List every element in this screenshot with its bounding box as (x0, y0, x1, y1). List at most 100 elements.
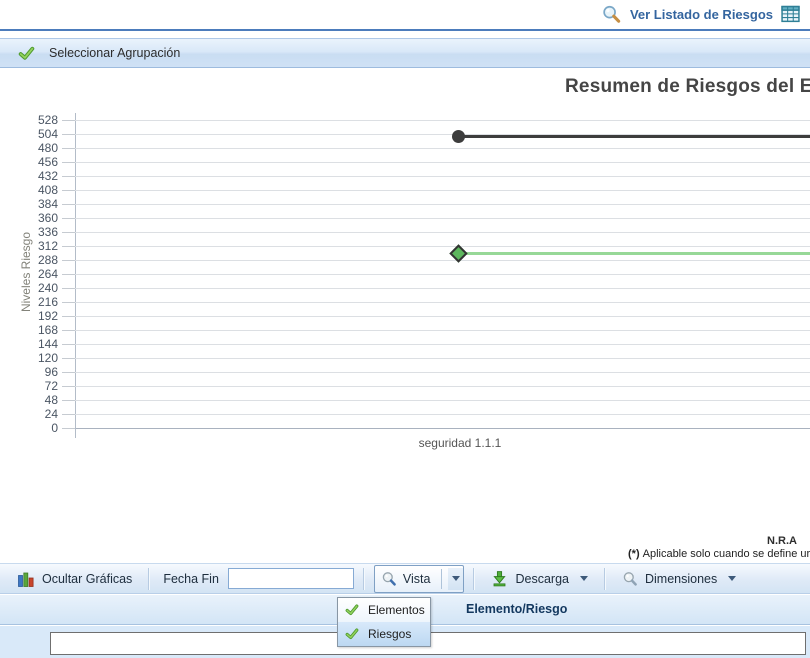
dimensiones-dropdown-arrow[interactable] (728, 576, 736, 581)
y-tick-label: 288 (0, 253, 58, 267)
y-gridline (75, 232, 810, 233)
y-tick (62, 344, 75, 345)
y-tick-label: 120 (0, 351, 58, 365)
y-gridline (75, 176, 810, 177)
vista-dropdown-arrow[interactable] (448, 568, 463, 590)
chart-title: Resumen de Riesgos del Ele (565, 76, 810, 98)
vista-label: Vista (403, 572, 431, 586)
fecha-fin-label: Fecha Fin (163, 572, 219, 586)
y-tick-label: 480 (0, 141, 58, 155)
y-tick (62, 302, 75, 303)
download-icon (491, 570, 508, 587)
search-icon (622, 571, 638, 587)
ocultar-graficas-button[interactable]: Ocultar Gráficas (10, 567, 139, 591)
top-header: Ver Listado de Riesgos (0, 0, 810, 31)
y-tick-label: 408 (0, 183, 58, 197)
descarga-dropdown-arrow[interactable] (580, 576, 588, 581)
y-tick (62, 232, 75, 233)
footnote-marker: (*) (628, 548, 640, 560)
check-icon (344, 627, 360, 641)
descarga-label: Descarga (515, 572, 569, 586)
y-tick-label: 312 (0, 239, 58, 253)
vista-dropdown-menu: Elementos Riesgos (337, 597, 431, 647)
button-divider (441, 569, 442, 589)
y-tick (62, 120, 75, 121)
y-tick-label: 432 (0, 169, 58, 183)
legend-nra-label: N.R.A (767, 535, 797, 547)
y-tick-label: 192 (0, 309, 58, 323)
y-tick (62, 162, 75, 163)
y-tick (62, 372, 75, 373)
y-tick-label: 72 (0, 379, 58, 393)
y-tick (62, 218, 75, 219)
y-gridline (75, 274, 810, 275)
dimensiones-button[interactable]: Dimensiones (615, 568, 743, 590)
y-tick-label: 216 (0, 295, 58, 309)
y-tick-label: 528 (0, 113, 58, 127)
y-tick-label: 240 (0, 281, 58, 295)
ocultar-graficas-label: Ocultar Gráficas (42, 572, 132, 586)
y-gridline (75, 218, 810, 219)
y-tick (62, 288, 75, 289)
y-gridline (75, 414, 810, 415)
seleccionar-agrupacion-label: Seleccionar Agrupación (49, 46, 180, 60)
y-gridline (75, 400, 810, 401)
check-icon (17, 45, 36, 62)
menu-item-label: Riesgos (368, 627, 411, 641)
y-tick-label: 48 (0, 393, 58, 407)
column-header-elemento-riesgo[interactable]: Elemento/Riesgo (466, 602, 567, 616)
y-tick-label: 168 (0, 323, 58, 337)
check-icon (344, 603, 360, 617)
y-tick-label: 336 (0, 225, 58, 239)
y-gridline (75, 330, 810, 331)
page: Ver Listado de Riesgos Seleccionar Agrup… (0, 0, 810, 658)
y-tick (62, 330, 75, 331)
y-tick (62, 190, 75, 191)
y-tick (62, 246, 75, 247)
fecha-fin-input[interactable] (228, 568, 354, 589)
menu-item-riesgos[interactable]: Riesgos (338, 622, 430, 646)
y-gridline (75, 204, 810, 205)
y-tick (62, 428, 75, 429)
toolbar-separator (148, 568, 150, 590)
search-icon (381, 571, 397, 587)
x-axis-line (75, 428, 810, 429)
footnote-text: Aplicable solo cuando se define ur (643, 548, 810, 560)
y-gridline (75, 316, 810, 317)
x-axis-tick (75, 428, 76, 438)
series-line-diamond (458, 252, 810, 255)
menu-item-elementos[interactable]: Elementos (338, 598, 430, 622)
x-category-label: seguridad 1.1.1 (380, 436, 540, 450)
y-tick (62, 414, 75, 415)
chart-footnote: (*)Aplicable solo cuando se define ur (628, 548, 810, 560)
dimensiones-label: Dimensiones (645, 572, 717, 586)
y-tick (62, 358, 75, 359)
y-tick-label: 504 (0, 127, 58, 141)
y-tick (62, 204, 75, 205)
table-icon[interactable] (781, 5, 800, 24)
y-tick (62, 176, 75, 177)
y-axis-line (75, 113, 76, 433)
y-tick-label: 360 (0, 211, 58, 225)
descarga-button[interactable]: Descarga (484, 567, 595, 590)
y-tick (62, 386, 75, 387)
y-tick (62, 134, 75, 135)
circle-marker (452, 130, 465, 143)
toolbar-separator (363, 568, 365, 590)
y-tick-label: 264 (0, 267, 58, 281)
y-tick (62, 148, 75, 149)
seleccionar-agrupacion-bar[interactable]: Seleccionar Agrupación (0, 38, 810, 68)
vista-button[interactable]: Vista (374, 565, 465, 593)
y-tick-label: 144 (0, 337, 58, 351)
y-gridline (75, 120, 810, 121)
y-gridline (75, 386, 810, 387)
y-gridline (75, 246, 810, 247)
y-gridline (75, 302, 810, 303)
ver-listado-de-riesgos-link[interactable]: Ver Listado de Riesgos (630, 7, 773, 22)
series-line-circle (458, 135, 810, 138)
y-tick-label: 96 (0, 365, 58, 379)
search-icon[interactable] (601, 4, 622, 25)
y-gridline (75, 190, 810, 191)
toolbar-separator (473, 568, 475, 590)
y-gridline (75, 288, 810, 289)
